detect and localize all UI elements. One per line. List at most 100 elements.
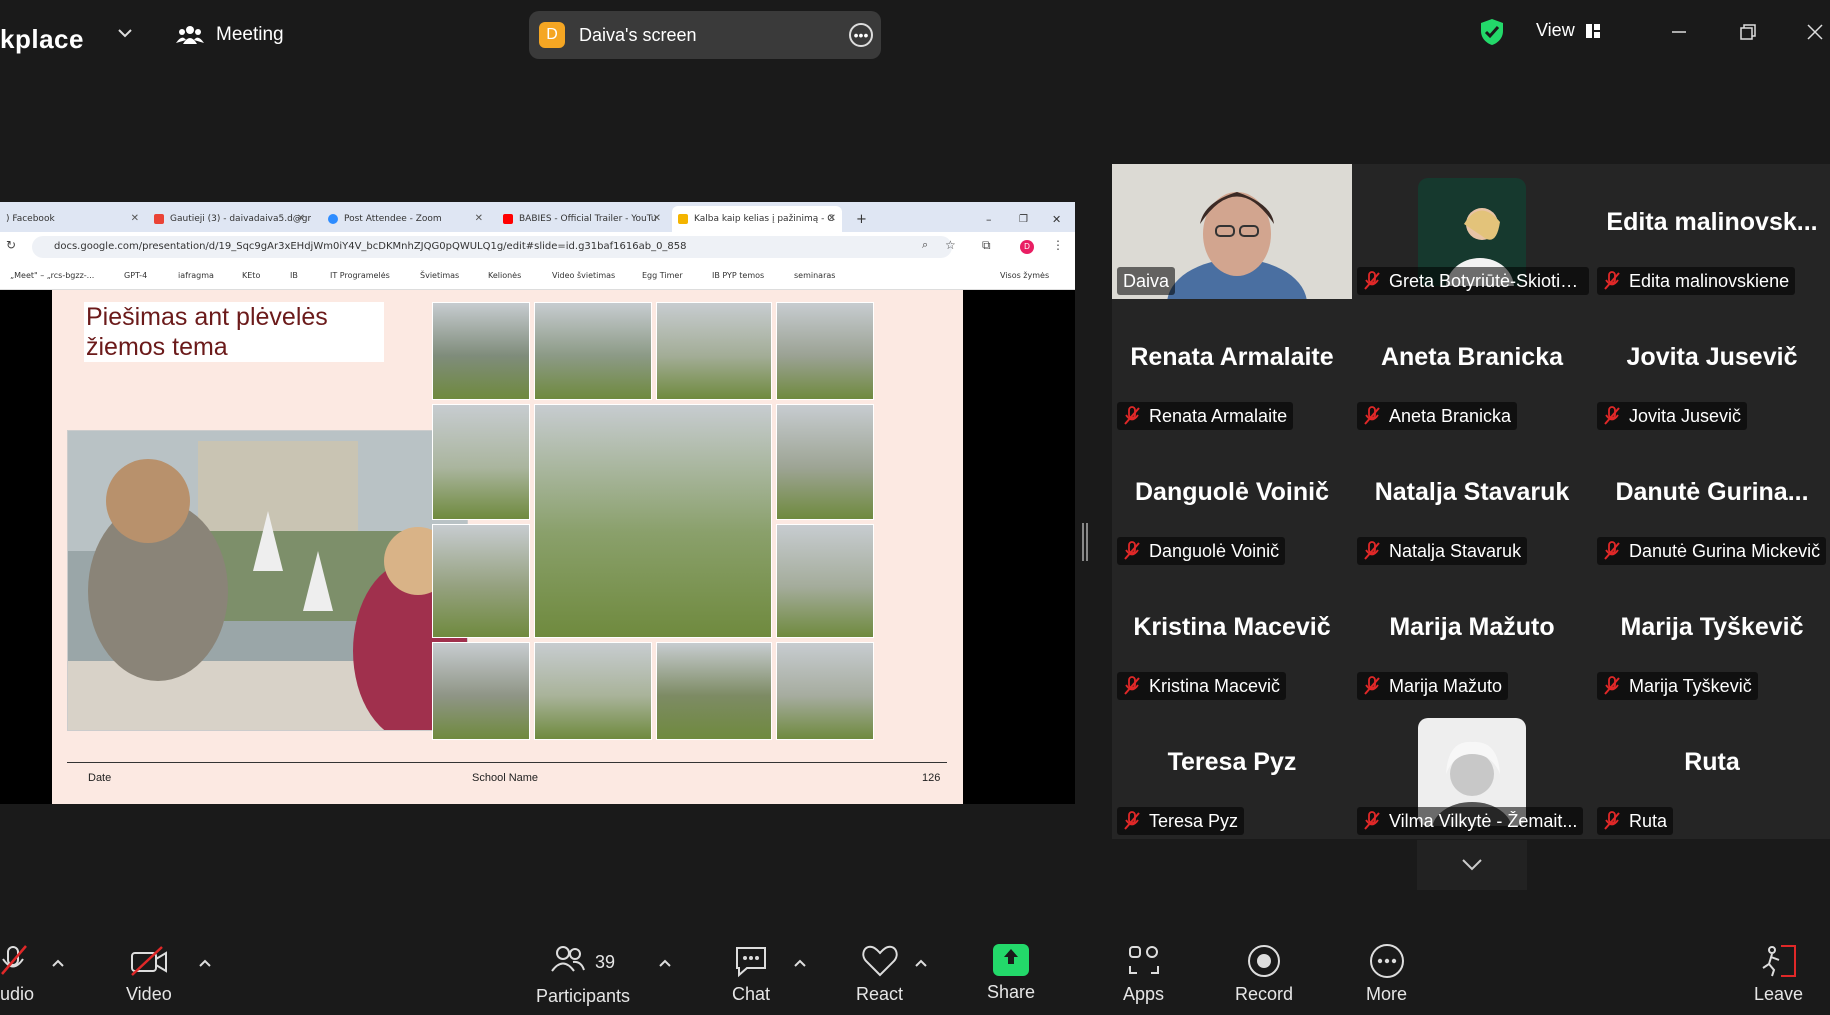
mic-muted-icon (1364, 811, 1380, 830)
participant-tile[interactable]: Jovita Jusevič Jovita Jusevič (1592, 299, 1830, 434)
participant-name-label: Aneta Branicka (1357, 402, 1518, 430)
participants-count: 39 (595, 951, 616, 972)
share-button[interactable]: Share (987, 944, 1035, 1003)
bookmark-item[interactable]: seminaras (794, 271, 835, 280)
more-button[interactable]: More (1366, 944, 1407, 1005)
bookmark-item[interactable]: Egg Timer (642, 271, 683, 280)
audio-options-caret-icon[interactable] (51, 956, 65, 970)
apps-button[interactable]: Apps (1123, 944, 1164, 1005)
bookmark-item[interactable]: „Meet" – „rcs-bgzz-... (10, 271, 94, 280)
view-button[interactable]: View (1536, 20, 1601, 41)
chat-button[interactable]: Chat (732, 944, 770, 1005)
bookmark-item[interactable]: Visos žymės (1000, 271, 1049, 280)
participant-tile[interactable]: Aneta Branicka Aneta Branicka (1352, 299, 1592, 434)
heart-icon (861, 945, 898, 977)
close-tab-icon[interactable]: ✕ (653, 213, 661, 224)
leave-button[interactable]: Leave (1754, 944, 1803, 1005)
grid-view-icon (1585, 23, 1600, 38)
youtube-icon (503, 214, 513, 224)
react-button[interactable]: React (856, 944, 903, 1005)
mic-muted-icon (1604, 271, 1620, 290)
browser-tab[interactable]: Post Attendee - Zoom ✕ (322, 206, 489, 232)
restore-icon[interactable] (1733, 18, 1763, 46)
new-tab-icon[interactable]: + (850, 206, 870, 232)
presenter-badge: D (539, 22, 565, 48)
participant-tile[interactable]: Marija Tyškevič Marija Tyškevič (1592, 569, 1830, 704)
close-tab-icon[interactable]: ✕ (131, 213, 139, 224)
close-tab-icon[interactable]: ✕ (297, 213, 305, 224)
participant-tile[interactable]: Kristina Macevič Kristina Macevič (1112, 569, 1352, 704)
bookmark-item[interactable]: Kelionės (488, 271, 521, 280)
participant-display-name: Aneta Branicka (1380, 343, 1564, 371)
winter-drawing-photo (534, 642, 652, 740)
bookmark-star-icon[interactable]: ☆ (945, 238, 956, 252)
participant-display-name: Kristina Macevič (1133, 613, 1331, 641)
close-icon[interactable]: ✕ (1046, 206, 1066, 232)
participant-tile[interactable]: Teresa Pyz Teresa Pyz (1112, 704, 1352, 839)
minimize-icon[interactable]: – (980, 206, 1000, 232)
apps-label: Apps (1123, 984, 1165, 1004)
participants-button[interactable]: 39 Participants (536, 944, 630, 1007)
participant-tile[interactable]: Vilma Vilkytė - Žemait... (1352, 704, 1592, 839)
kebab-menu-icon[interactable]: ⋮ (1052, 238, 1064, 252)
browser-tab[interactable]: BABIES - Official Trailer - YouTu ✕ (497, 206, 667, 232)
top-bar: kplace Meeting D Daiva's screen ••• View (0, 0, 1830, 66)
participant-display-name: Ruta (1684, 748, 1740, 776)
more-options-icon[interactable]: ••• (849, 23, 873, 47)
footer-divider (67, 762, 947, 763)
chevron-down-icon (1462, 859, 1482, 871)
bookmark-item[interactable]: GPT-4 (124, 271, 147, 280)
shared-screen-pill[interactable]: D Daiva's screen ••• (529, 11, 881, 59)
participant-tile[interactable]: Danguolė Voinič Danguolė Voinič (1112, 434, 1352, 569)
bookmark-item[interactable]: KEto (242, 271, 260, 280)
browser-tab[interactable]: Gautieji (3) - daivadaiva5.d@gm ✕ (148, 206, 311, 232)
winter-drawing-photo (776, 524, 874, 638)
extensions-icon[interactable]: ⧉ (982, 238, 991, 253)
participant-name-label: Daiva (1117, 267, 1176, 295)
participant-tile[interactable]: Edita malinovsk... Edita malinovskiene (1592, 164, 1830, 299)
chevron-down-icon[interactable] (116, 24, 134, 42)
restore-icon[interactable]: ❐ (1013, 206, 1033, 232)
zoom-lens-icon[interactable]: ⌕ (922, 239, 928, 252)
apps-icon (1128, 946, 1159, 974)
bookmark-item[interactable]: Švietimas (420, 271, 459, 280)
video-button[interactable]: Video (126, 944, 172, 1005)
record-button[interactable]: Record (1235, 944, 1293, 1005)
reload-icon[interactable]: ↻ (6, 238, 16, 252)
participant-tile[interactable]: Renata Armalaite Renata Armalaite (1112, 299, 1352, 434)
browser-tab-active[interactable]: Kalba kaip kelias į pažinimą - G ✕ (672, 206, 842, 232)
participant-tile[interactable]: Daiva (1112, 164, 1352, 299)
participant-tile[interactable]: Natalja Stavaruk Natalja Stavaruk (1352, 434, 1592, 569)
participant-tile[interactable]: Danutė Gurina... Danutė Gurina Mickevič (1592, 434, 1830, 569)
video-options-caret-icon[interactable] (198, 956, 212, 970)
slide-title: Piešimas ant plėvelės žiemos tema (84, 302, 384, 362)
audio-button[interactable]: udio (0, 944, 34, 1005)
participant-tile[interactable]: Ruta Ruta (1592, 704, 1830, 839)
close-tab-icon[interactable]: ✕ (828, 213, 836, 224)
minimize-icon[interactable] (1664, 18, 1694, 46)
bookmark-item[interactable]: IB (290, 271, 298, 280)
participant-display-name: Natalja Stavaruk (1374, 478, 1570, 506)
participants-options-caret-icon[interactable] (658, 956, 672, 970)
bookmark-item[interactable]: IB PYP temos (712, 271, 764, 280)
panel-splitter-handle[interactable] (1082, 523, 1088, 561)
chat-options-caret-icon[interactable] (793, 956, 807, 970)
bookmark-item[interactable]: Video švietimas (552, 271, 615, 280)
address-bar[interactable]: docs.google.com/presentation/d/19_Sqc9gA… (32, 236, 952, 258)
view-label: View (1536, 20, 1575, 40)
close-tab-icon[interactable]: ✕ (475, 213, 483, 224)
profile-avatar[interactable]: D (1020, 240, 1034, 254)
bookmark-item[interactable]: IT Programelės (330, 271, 390, 280)
bookmark-item[interactable]: iafragma (178, 271, 214, 280)
participant-tile[interactable]: Marija Mažuto Marija Mažuto (1352, 569, 1592, 704)
winter-drawing-photo (656, 642, 772, 740)
gallery-next-page-button[interactable] (1417, 840, 1527, 890)
participant-tile[interactable]: Greta Botyriūtė-Skiotie... (1352, 164, 1592, 299)
security-shield-icon[interactable] (1479, 18, 1505, 46)
browser-tab[interactable]: ) Facebook ✕ (0, 206, 145, 232)
participant-display-name: Marija Tyškevič (1620, 613, 1804, 641)
meeting-button[interactable]: Meeting (176, 20, 284, 50)
close-icon[interactable] (1800, 18, 1830, 46)
chat-label: Chat (732, 984, 771, 1004)
react-options-caret-icon[interactable] (914, 956, 928, 970)
